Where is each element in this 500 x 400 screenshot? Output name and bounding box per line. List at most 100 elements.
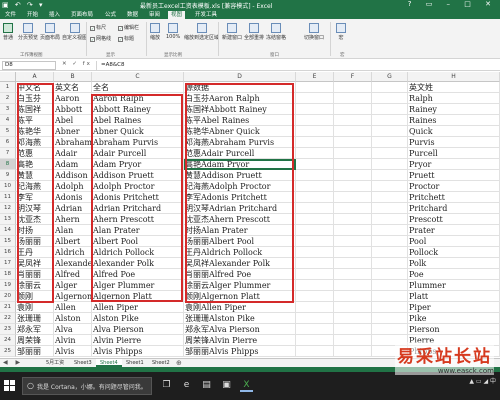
cell-h4[interactable]: Raines [408, 115, 500, 126]
tab-formulas[interactable]: 公式 [102, 11, 119, 19]
tab-page-layout[interactable]: 页面布局 [68, 11, 96, 19]
cell-h21[interactable]: Piper [408, 302, 500, 313]
task-view-icon[interactable]: ❐ [160, 379, 173, 392]
cell-g4[interactable] [372, 115, 408, 126]
row-header[interactable]: 24 [0, 335, 16, 346]
tab-developer[interactable]: 开发工具 [192, 11, 220, 19]
zoom-button[interactable]: 缩放 [150, 23, 160, 41]
cell-f24[interactable] [334, 335, 372, 346]
ruler-checkbox[interactable]: ✓ 标尺 [90, 24, 106, 31]
sheet-tab-sheet4[interactable]: Sheet4 [96, 359, 122, 367]
row-header[interactable]: 20 [0, 291, 16, 302]
cell-g8[interactable] [372, 159, 408, 170]
normal-view-button[interactable]: 普通 [3, 23, 13, 41]
row-header[interactable]: 10 [0, 181, 16, 192]
cell-a24[interactable]: 周荣锋 [16, 335, 54, 346]
cell-b7[interactable]: Adair [54, 148, 92, 159]
cell-c5[interactable]: Abner Quick [92, 126, 184, 137]
cell-f23[interactable] [334, 324, 372, 335]
tab-file[interactable]: 文件 [2, 11, 19, 19]
cell-d14[interactable]: 时扬Alan Prater [184, 225, 296, 236]
cell-e7[interactable] [296, 148, 334, 159]
cell-e11[interactable] [296, 192, 334, 203]
add-sheet-icon[interactable]: ⊕ [176, 359, 182, 367]
cell-b23[interactable]: Alva [54, 324, 92, 335]
cell-a2[interactable]: 白玉芬 [16, 93, 54, 104]
cell-a3[interactable]: 陈国祥 [16, 104, 54, 115]
cortana-search-box[interactable]: ○ 我是 Cortana，小娜。有问题尽管问我。 [22, 377, 152, 395]
cell-h8[interactable]: Pryor [408, 159, 500, 170]
cell-g10[interactable] [372, 181, 408, 192]
cell-h9[interactable]: Pruett [408, 170, 500, 181]
row-header[interactable]: 1 [0, 82, 16, 93]
cell-h20[interactable]: Platt [408, 291, 500, 302]
cell-h7[interactable]: Purcell [408, 148, 500, 159]
cell-h13[interactable]: Prescott [408, 214, 500, 225]
row-header[interactable]: 6 [0, 137, 16, 148]
cell-c14[interactable]: Alan Prater [92, 225, 184, 236]
cell-e17[interactable] [296, 258, 334, 269]
cell-f8[interactable] [334, 159, 372, 170]
cell-h23[interactable]: Pierson [408, 324, 500, 335]
cell-g16[interactable] [372, 247, 408, 258]
cell-a20[interactable]: 颜刚 [16, 291, 54, 302]
row-header[interactable]: 9 [0, 170, 16, 181]
cell-c20[interactable]: Algernon Platt [92, 291, 184, 302]
cell-a7[interactable]: 范惠 [16, 148, 54, 159]
cell-g15[interactable] [372, 236, 408, 247]
cell-d21[interactable]: 袁刚Allen Piper [184, 302, 296, 313]
cell-b3[interactable]: Abbott [54, 104, 92, 115]
select-all-corner[interactable] [0, 72, 16, 82]
cell-e20[interactable] [296, 291, 334, 302]
cell-a14[interactable]: 时扬 [16, 225, 54, 236]
cell-d9[interactable]: 黄慧Addison Pruett [184, 170, 296, 181]
cell-a21[interactable]: 袁刚 [16, 302, 54, 313]
cell-e4[interactable] [296, 115, 334, 126]
cell-d2[interactable]: 白玉芬Aaron Ralph [184, 93, 296, 104]
custom-views-button[interactable]: 自定义视图 [62, 23, 87, 41]
cell-c15[interactable]: Albert Pool [92, 236, 184, 247]
formula-bar-checkbox[interactable]: ✓ 编辑栏 [118, 24, 139, 31]
cell-b11[interactable]: Adonis [54, 192, 92, 203]
cell-h16[interactable]: Pollock [408, 247, 500, 258]
windows-start-icon[interactable] [4, 380, 16, 392]
cell-b16[interactable]: Aldrich [54, 247, 92, 258]
cell-d23[interactable]: 郑永军Alva Pierson [184, 324, 296, 335]
cell-g5[interactable] [372, 126, 408, 137]
row-header[interactable]: 8 [0, 159, 16, 170]
cell-f12[interactable] [334, 203, 372, 214]
cell-g23[interactable] [372, 324, 408, 335]
row-header[interactable]: 23 [0, 324, 16, 335]
cell-c1[interactable]: 全名 [92, 82, 184, 93]
cell-d19[interactable]: 徐丽云Alger Plummer [184, 280, 296, 291]
cell-h2[interactable]: Ralph [408, 93, 500, 104]
cell-e13[interactable] [296, 214, 334, 225]
cell-c10[interactable]: Adolph Proctor [92, 181, 184, 192]
cell-b5[interactable]: Abner [54, 126, 92, 137]
row-header[interactable]: 7 [0, 148, 16, 159]
system-tray[interactable]: ▲ ▭ ◢ 中 [469, 376, 496, 385]
cell-e25[interactable] [296, 346, 334, 357]
cell-f9[interactable] [334, 170, 372, 181]
quick-access-toolbar[interactable]: ▣ ↶ ↷ ▾ [2, 1, 45, 9]
cell-g11[interactable] [372, 192, 408, 203]
cell-e9[interactable] [296, 170, 334, 181]
cell-f15[interactable] [334, 236, 372, 247]
row-header[interactable]: 17 [0, 258, 16, 269]
cell-g18[interactable] [372, 269, 408, 280]
cell-d8[interactable]: 高艳Adam Pryor [184, 159, 296, 170]
formula-input[interactable]: =A8&C8 [96, 61, 496, 70]
row-header[interactable]: 21 [0, 302, 16, 313]
cell-f22[interactable] [334, 313, 372, 324]
sheet-tab-sheet2[interactable]: Sheet2 [148, 359, 174, 367]
new-window-button[interactable]: 新建窗口 [222, 23, 242, 41]
row-header[interactable]: 25 [0, 346, 16, 357]
cell-f16[interactable] [334, 247, 372, 258]
cell-h18[interactable]: Poe [408, 269, 500, 280]
cell-c16[interactable]: Aldrich Pollock [92, 247, 184, 258]
cell-d3[interactable]: 陈国祥Abbott Rainey [184, 104, 296, 115]
cell-d6[interactable]: 邓海燕Abraham Purvis [184, 137, 296, 148]
cell-f1[interactable] [334, 82, 372, 93]
cell-c8[interactable]: Adam Pryor [92, 159, 184, 170]
cell-e15[interactable] [296, 236, 334, 247]
